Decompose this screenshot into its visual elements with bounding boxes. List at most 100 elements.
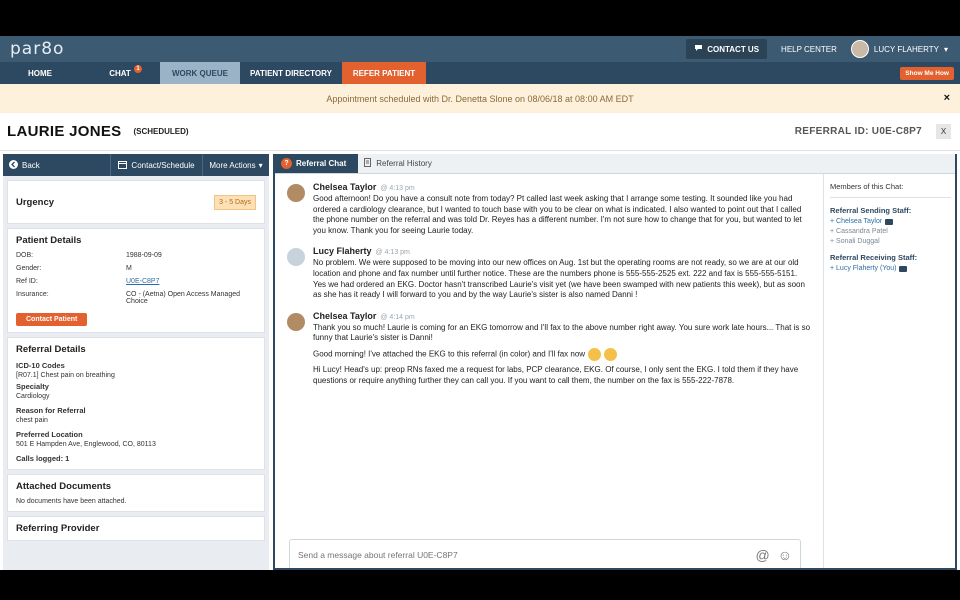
attached-documents-title: Attached Documents: [16, 481, 112, 492]
nav-patient-directory-label: PATIENT DIRECTORY: [250, 68, 332, 78]
attached-documents-text: No documents have been attached.: [16, 498, 127, 505]
icd-value: [R07.1] Chest pain on breathing: [16, 372, 115, 379]
message-text: Good afternoon! Do you have a consult no…: [313, 194, 811, 236]
patient-details-card: Patient Details DOB: 1988-09-09 Gender: M …: [7, 228, 265, 333]
nav-work-queue-label: WORK QUEUE: [172, 68, 228, 78]
message-paragraph: Good afternoon! Do you have a consult no…: [313, 194, 802, 235]
avatar: [287, 312, 305, 331]
chat-tabs: ? Referral Chat Referral History: [275, 154, 955, 174]
member-item[interactable]: + Cassandra Patel: [830, 228, 951, 235]
nav-home[interactable]: HOME: [0, 62, 80, 84]
avatar: [287, 248, 305, 267]
chat-message: Lucy Flaherty @ 4:13 pm No problem. We we…: [287, 246, 811, 304]
patient-status: (SCHEDULED): [133, 127, 189, 136]
emoji-picker-icon[interactable]: ☺: [778, 547, 792, 563]
patient-name: LAURIE JONES: [7, 123, 122, 140]
reason-value: chest pain: [16, 417, 48, 424]
message-list: Chelsea Taylor @ 4:13 pm Good afternoon! …: [275, 174, 823, 568]
at-mention-icon[interactable]: @: [755, 547, 769, 563]
tab-referral-history[interactable]: Referral History: [358, 154, 444, 173]
message-paragraph: Hi Lucy! Head's up: preop RNs faxed me a…: [313, 364, 799, 385]
message-header: Lucy Flaherty @ 4:13 pm: [313, 246, 811, 256]
chat-message: Chelsea Taylor @ 4:13 pm Good afternoon! …: [287, 182, 811, 240]
nav-home-label: HOME: [28, 68, 52, 78]
message-paragraph-with-emoji: Good morning! I've attached the EKG to t…: [313, 347, 811, 361]
specialty-label: Specialty: [16, 382, 49, 391]
help-center-link[interactable]: HELP CENTER: [781, 45, 837, 54]
specialty-value: Cardiology: [16, 393, 50, 400]
member-name: + Lucy Flaherty (You): [830, 265, 897, 272]
app-window: par8o CONTACT US HELP CENTER LUCY FLAHER…: [0, 36, 960, 570]
insurance-value: CO - (Aetna) Open Access Managed Choice: [126, 291, 240, 305]
member-name: + Sonali Duggal: [830, 238, 880, 245]
message-time: @ 4:13 pm: [380, 185, 415, 192]
chat-message: Chelsea Taylor @ 4:14 pm Thank you so muc…: [287, 311, 811, 390]
ref-id-label: Ref ID:: [16, 278, 38, 285]
sending-staff-title: Referral Sending Staff:: [830, 206, 912, 215]
chat-panel: ? Referral Chat Referral History Chelsea…: [273, 154, 957, 570]
message-body: Chelsea Taylor @ 4:13 pm Good afternoon! …: [313, 182, 811, 240]
more-actions-dropdown[interactable]: More Actions ▾: [203, 154, 269, 176]
message-body: Lucy Flaherty @ 4:13 pm No problem. We we…: [313, 246, 811, 304]
user-avatar: [850, 40, 869, 58]
patient-details-title: Patient Details: [16, 235, 82, 246]
chat-icon: [694, 44, 703, 54]
nav-refer-patient[interactable]: REFER PATIENT: [342, 62, 426, 84]
message-paragraph: Thank you so much! Laurie is coming for …: [313, 322, 811, 343]
close-referral-button[interactable]: X: [936, 124, 951, 139]
nav-chat-label: CHAT: [109, 68, 131, 78]
detail-row: Ref ID: U0E-C8P7: [16, 278, 256, 285]
message-time: @ 4:14 pm: [380, 313, 415, 321]
message-author: Chelsea Taylor: [313, 182, 377, 192]
close-icon[interactable]: ×: [944, 92, 950, 104]
contact-patient-button[interactable]: Contact Patient: [16, 313, 88, 326]
nav-work-queue[interactable]: WORK QUEUE: [160, 62, 240, 84]
urgency-row: Urgency 3 - 5 Days: [16, 187, 256, 217]
nav-patient-directory[interactable]: PATIENT DIRECTORY: [240, 62, 342, 84]
avatar: [287, 184, 305, 202]
members-title: Members of this Chat:: [830, 182, 951, 198]
envelope-icon: [899, 265, 908, 272]
chat-badge: 1: [134, 65, 142, 73]
nav-chat[interactable]: CHAT 1: [80, 62, 160, 84]
member-name: + Chelsea Taylor: [830, 218, 883, 225]
message-paragraph: Good morning! I've attached the EKG to t…: [313, 349, 586, 359]
brand-logo[interactable]: par8o: [10, 39, 64, 59]
message-paragraph: No problem. We were supposed to be movin…: [313, 258, 805, 300]
left-panel: Back Contact/Schedule More Actions ▾ Urg…: [3, 154, 269, 570]
contact-us-button[interactable]: CONTACT US: [686, 39, 768, 59]
ref-id-link[interactable]: U0E-C8P7: [126, 278, 256, 285]
reason-label: Reason for Referral: [16, 406, 86, 415]
grin-emoji-icon: [604, 347, 618, 361]
location-label: Preferred Location: [16, 430, 83, 439]
tab-referral-chat[interactable]: ? Referral Chat: [275, 154, 359, 173]
contact-us-label: CONTACT US: [707, 44, 760, 54]
urgency-title: Urgency: [16, 196, 55, 208]
contact-schedule-button[interactable]: Contact/Schedule: [111, 154, 203, 176]
gender-label: Gender:: [16, 265, 42, 272]
urgency-card: Urgency 3 - 5 Days: [7, 180, 265, 224]
message-header: Chelsea Taylor @ 4:14 pm: [313, 311, 811, 321]
member-item[interactable]: + Chelsea Taylor: [830, 218, 951, 225]
message-author: Lucy Flaherty: [313, 246, 372, 257]
member-item[interactable]: + Sonali Duggal: [830, 238, 951, 245]
insurance-label: Insurance:: [16, 291, 49, 298]
message-header: Chelsea Taylor @ 4:13 pm: [313, 182, 811, 192]
referral-details-title: Referral Details: [16, 344, 86, 355]
message-text: No problem. We were supposed to be movin…: [313, 258, 811, 300]
message-author: Chelsea Taylor: [313, 310, 377, 321]
location-value: 501 E Hampden Ave, Englewood, CO, 80113: [16, 441, 156, 448]
show-me-how-button[interactable]: Show Me How: [900, 66, 954, 80]
left-toolbar: Back Contact/Schedule More Actions ▾: [3, 154, 269, 176]
back-button[interactable]: Back: [3, 154, 111, 176]
message-input[interactable]: [298, 550, 748, 560]
user-menu[interactable]: LUCY FLAHERTY ▾: [850, 40, 948, 58]
tab-referral-chat-label: Referral Chat: [296, 158, 347, 168]
referring-provider-card: Referring Provider: [7, 516, 265, 541]
tab-referral-history-label: Referral History: [376, 158, 432, 168]
smile-emoji-icon: [588, 347, 602, 361]
appointment-notice: Appointment scheduled with Dr. Denetta S…: [0, 84, 960, 113]
calls-logged: Calls logged: 1: [16, 454, 70, 463]
member-item[interactable]: + Lucy Flaherty (You): [830, 265, 951, 272]
user-name: LUCY FLAHERTY: [873, 44, 939, 54]
